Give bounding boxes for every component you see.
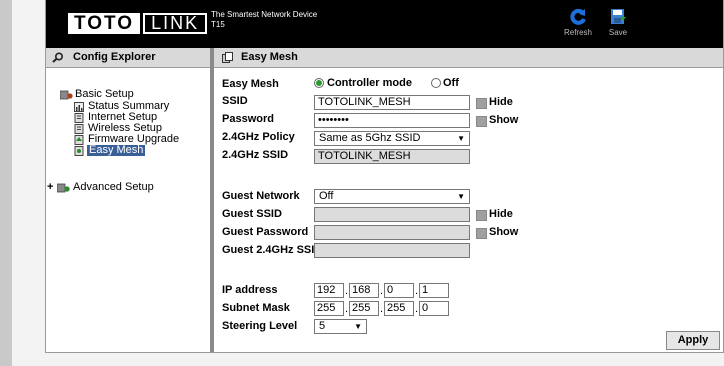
easy-mesh-panel: Easy Mesh Easy Mesh Controller mode Off … (214, 48, 723, 352)
mask-octet-4[interactable]: 0 (419, 301, 449, 316)
guest-hide-label: Hide (489, 208, 513, 220)
header-bar: TOTO LINK The Smartest Network Device T1… (46, 0, 723, 48)
ssid-input[interactable]: TOTOLINK_MESH (314, 95, 470, 110)
logo-link-text: LINK (143, 13, 208, 34)
mask-octet-2[interactable]: 255 (349, 301, 379, 316)
tree-item-label-selected: Easy Mesh (87, 144, 146, 156)
config-explorer-title: Config Explorer (73, 51, 156, 63)
guest-network-label: Guest Network (222, 190, 300, 202)
guest-ssid24-input[interactable] (314, 243, 470, 258)
guest-network-select[interactable]: Off ▼ (314, 189, 470, 204)
guest-show-label: Show (489, 226, 519, 238)
ip-octet-1[interactable]: 192 (314, 283, 344, 298)
pages-icon (222, 52, 233, 63)
mask-octet-3[interactable]: 255 (384, 301, 414, 316)
controller-mode-label: Controller mode (327, 77, 412, 89)
mask-dot: . (415, 303, 419, 315)
ip-dot: . (380, 285, 384, 297)
policy-select[interactable]: Same as 5Ghz SSID ▼ (314, 131, 470, 146)
router-admin-window: TOTO LINK The Smartest Network Device T1… (45, 0, 724, 353)
guest-password-input[interactable] (314, 225, 470, 240)
guest-show-checkbox[interactable] (476, 228, 487, 239)
config-explorer-panel: Config Explorer Basic Setup Status Summa… (46, 48, 211, 352)
tagline: The Smartest Network Device T15 (211, 10, 317, 30)
firmware-icon (74, 135, 84, 145)
show-password-checkbox[interactable] (476, 116, 487, 127)
controller-mode-radio[interactable] (314, 78, 324, 88)
hide-ssid-checkbox[interactable] (476, 98, 487, 109)
policy-selected-value: Same as 5Ghz SSID (319, 132, 421, 144)
password-label: Password (222, 113, 274, 125)
dropdown-arrow-icon: ▼ (457, 134, 465, 143)
refresh-icon (570, 8, 586, 25)
easy-mesh-label: Easy Mesh (222, 78, 279, 90)
ip-address-label: IP address (222, 284, 278, 296)
apply-button[interactable]: Apply (666, 331, 720, 350)
ssid-label: SSID (222, 95, 248, 107)
ip-dot: . (415, 285, 419, 297)
tagline-text: The Smartest Network Device (211, 10, 318, 19)
magnifier-icon (52, 52, 64, 63)
expand-plus-icon[interactable]: + (47, 182, 53, 193)
subnet-mask-label: Subnet Mask (222, 302, 290, 314)
steering-selected-value: 5 (319, 320, 326, 332)
steering-level-label: Steering Level (222, 320, 298, 332)
mesh-icon (74, 146, 84, 156)
dropdown-arrow-icon: ▼ (457, 192, 465, 201)
steering-level-select[interactable]: 5 ▼ (314, 319, 367, 334)
mask-dot: . (380, 303, 384, 315)
hide-label: Hide (489, 96, 513, 108)
ip-octet-4[interactable]: 1 (419, 283, 449, 298)
ip-octet-2[interactable]: 168 (349, 283, 379, 298)
dropdown-arrow-icon: ▼ (354, 322, 362, 331)
tree-basic-setup-label: Basic Setup (75, 88, 134, 100)
ip-octet-3[interactable]: 0 (384, 283, 414, 298)
save-icon (611, 9, 626, 24)
tree-advanced-setup-label: Advanced Setup (73, 181, 154, 193)
off-label: Off (443, 77, 459, 89)
logo-toto-text: TOTO (68, 13, 141, 34)
password-input[interactable]: •••••••• (314, 113, 470, 128)
status-chart-icon (74, 102, 84, 112)
guest-ssid24-label: Guest 2.4GHz SSID (222, 244, 323, 256)
guest-ssid-label: Guest SSID (222, 208, 282, 220)
easy-mesh-header: Easy Mesh (214, 48, 723, 68)
left-margin-bar (0, 0, 12, 366)
config-explorer-header: Config Explorer (46, 48, 210, 68)
easy-mesh-title: Easy Mesh (241, 51, 298, 63)
guest-ssid-input[interactable] (314, 207, 470, 222)
refresh-label: Refresh (563, 28, 592, 37)
guest-network-selected-value: Off (319, 190, 334, 202)
guest-hide-checkbox[interactable] (476, 210, 487, 221)
totolink-logo: TOTO LINK (68, 13, 208, 34)
guest-password-label: Guest Password (222, 226, 309, 238)
policy-label: 2.4GHz Policy (222, 131, 295, 143)
folder-gear-icon (57, 183, 70, 193)
mask-dot: . (345, 303, 349, 315)
document-icon (74, 124, 84, 134)
refresh-button[interactable]: Refresh (558, 8, 598, 37)
off-radio[interactable] (431, 78, 441, 88)
ssid24-label: 2.4GHz SSID (222, 149, 289, 161)
folder-gear-icon (60, 90, 73, 100)
mask-octet-1[interactable]: 255 (314, 301, 344, 316)
ssid24-input[interactable]: TOTOLINK_MESH (314, 149, 470, 164)
show-label: Show (489, 114, 519, 126)
save-label: Save (608, 28, 628, 37)
save-button[interactable]: Save (598, 8, 638, 37)
document-icon (74, 113, 84, 123)
model-name: T15 (211, 20, 225, 29)
ip-dot: . (345, 285, 349, 297)
